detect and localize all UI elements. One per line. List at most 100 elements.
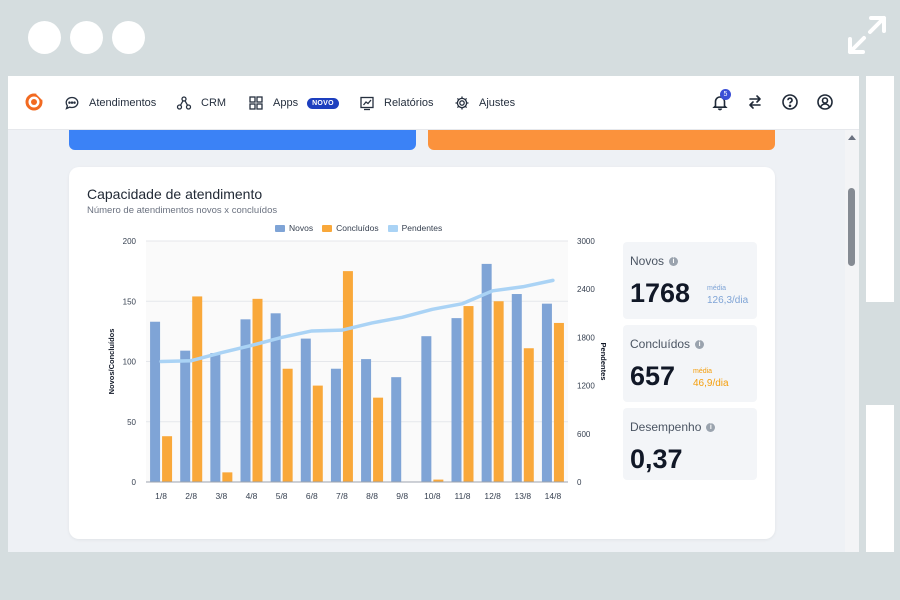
nav-atendimentos[interactable]: Atendimentos — [64, 76, 156, 130]
bar-novos — [511, 294, 522, 482]
window-dot[interactable] — [28, 21, 61, 54]
stat-novos: Novos i 1768 média 126,3/dia — [623, 242, 757, 319]
bar-concluidos — [493, 301, 504, 482]
gear-icon — [455, 96, 469, 110]
bar-novos — [150, 321, 161, 482]
top-navbar: Atendimentos CRM Apps NOVO Relatórios Aj… — [8, 76, 859, 130]
y-right-tick-label: 0 — [577, 478, 582, 487]
nav-label: Relatórios — [384, 97, 434, 109]
bar-concluidos — [312, 385, 323, 482]
info-icon[interactable]: i — [695, 339, 705, 349]
side-panel — [866, 76, 894, 302]
y-tick-label: 0 — [132, 478, 137, 487]
nav-relatorios[interactable]: Relatórios — [359, 76, 434, 130]
bar-concluidos — [252, 298, 263, 482]
app-window: Atendimentos CRM Apps NOVO Relatórios Aj… — [8, 76, 859, 552]
stat-label-text: Desempenho — [630, 420, 702, 434]
vertical-scrollbar[interactable] — [845, 130, 859, 552]
swap-arrows-icon[interactable] — [746, 93, 764, 111]
y-tick-label: 50 — [127, 418, 136, 427]
y-right-tick-label: 2400 — [577, 285, 595, 294]
x-tick-label: 1/8 — [155, 491, 167, 501]
nav-label: Apps — [273, 97, 299, 109]
x-tick-label: 9/8 — [396, 491, 408, 501]
y-right-axis-title: Pendentes — [599, 343, 608, 381]
stat-label-text: Concluídos — [630, 337, 691, 351]
expand-icon[interactable] — [846, 14, 888, 56]
bar-novos — [421, 336, 432, 482]
stat-label: Novos i — [630, 254, 679, 268]
x-tick-label: 7/8 — [336, 491, 348, 501]
nav-ajustes[interactable]: Ajustes — [454, 76, 515, 130]
nav-label: CRM — [201, 97, 227, 109]
scroll-up-arrow[interactable] — [848, 135, 856, 140]
new-badge: NOVO — [307, 97, 339, 109]
avg-label: média — [693, 368, 713, 375]
bar-novos — [240, 319, 251, 482]
nav-apps[interactable]: Apps NOVO — [248, 76, 339, 130]
user-icon[interactable] — [816, 93, 834, 111]
info-icon[interactable]: i — [706, 422, 716, 432]
x-tick-label: 14/8 — [545, 491, 562, 501]
y-tick-label: 100 — [123, 358, 137, 367]
y-axis-title: Novos/Concluídos — [107, 329, 116, 395]
stat-label: Desempenho i — [630, 420, 716, 434]
x-tick-label: 12/8 — [484, 491, 501, 501]
help-icon[interactable] — [781, 93, 799, 111]
side-panel — [866, 405, 894, 552]
x-tick-label: 6/8 — [306, 491, 318, 501]
logo-icon[interactable] — [25, 93, 43, 111]
stat-average: média 46,9/dia — [693, 366, 729, 390]
bar-novos — [330, 368, 341, 482]
chat-bubble-icon — [65, 96, 79, 110]
bar-novos — [451, 318, 462, 482]
window-controls — [28, 21, 145, 54]
window-dot[interactable] — [70, 21, 103, 54]
nav-label: Atendimentos — [89, 97, 157, 109]
y-right-tick-label: 3000 — [577, 237, 595, 246]
y-tick-label: 150 — [123, 297, 137, 306]
info-icon[interactable]: i — [669, 256, 679, 266]
blue-summary-card — [69, 130, 416, 150]
bar-novos — [210, 353, 221, 482]
bar-concluidos — [342, 271, 353, 482]
bar-concluidos — [553, 322, 564, 482]
bar-novos — [391, 377, 402, 482]
y-right-tick-label: 600 — [577, 430, 591, 439]
stat-value: 0,37 — [630, 444, 683, 474]
stat-label: Concluídos i — [630, 337, 705, 351]
scroll-thumb[interactable] — [848, 188, 855, 266]
x-tick-label: 4/8 — [246, 491, 258, 501]
notification-badge: 5 — [720, 89, 731, 100]
bar-concluidos — [463, 306, 474, 482]
stat-value: 657 — [630, 361, 676, 391]
y-right-tick-label: 1800 — [577, 333, 595, 342]
grid-icon — [249, 96, 263, 110]
stat-desempenho: Desempenho i 0,37 — [623, 408, 757, 480]
x-tick-label: 5/8 — [276, 491, 288, 501]
bar-concluidos — [523, 348, 534, 482]
y-tick-label: 200 — [123, 237, 137, 246]
window-dot[interactable] — [112, 21, 145, 54]
bar-concluidos — [282, 368, 293, 482]
x-tick-label: 3/8 — [215, 491, 227, 501]
bar-concluidos — [373, 397, 384, 482]
avg-value: 126,3/dia — [707, 295, 749, 306]
nodes-icon — [176, 96, 192, 110]
bar-novos — [541, 303, 552, 482]
capacity-card: Capacidade de atendimento Número de aten… — [69, 167, 775, 539]
x-tick-label: 8/8 — [366, 491, 378, 501]
bar-novos — [300, 338, 311, 482]
orange-summary-card — [428, 130, 775, 150]
nav-crm[interactable]: CRM — [176, 76, 226, 130]
bar-novos — [180, 350, 191, 482]
x-tick-label: 11/8 — [455, 491, 471, 501]
bar-novos — [361, 359, 372, 482]
bar-concluidos — [192, 296, 203, 482]
x-tick-label: 10/8 — [424, 491, 441, 501]
avg-value: 46,9/dia — [693, 378, 729, 389]
x-tick-label: 2/8 — [185, 491, 197, 501]
y-right-tick-label: 1200 — [577, 382, 595, 391]
nav-label: Ajustes — [479, 97, 516, 109]
bar-concluidos — [162, 436, 173, 482]
